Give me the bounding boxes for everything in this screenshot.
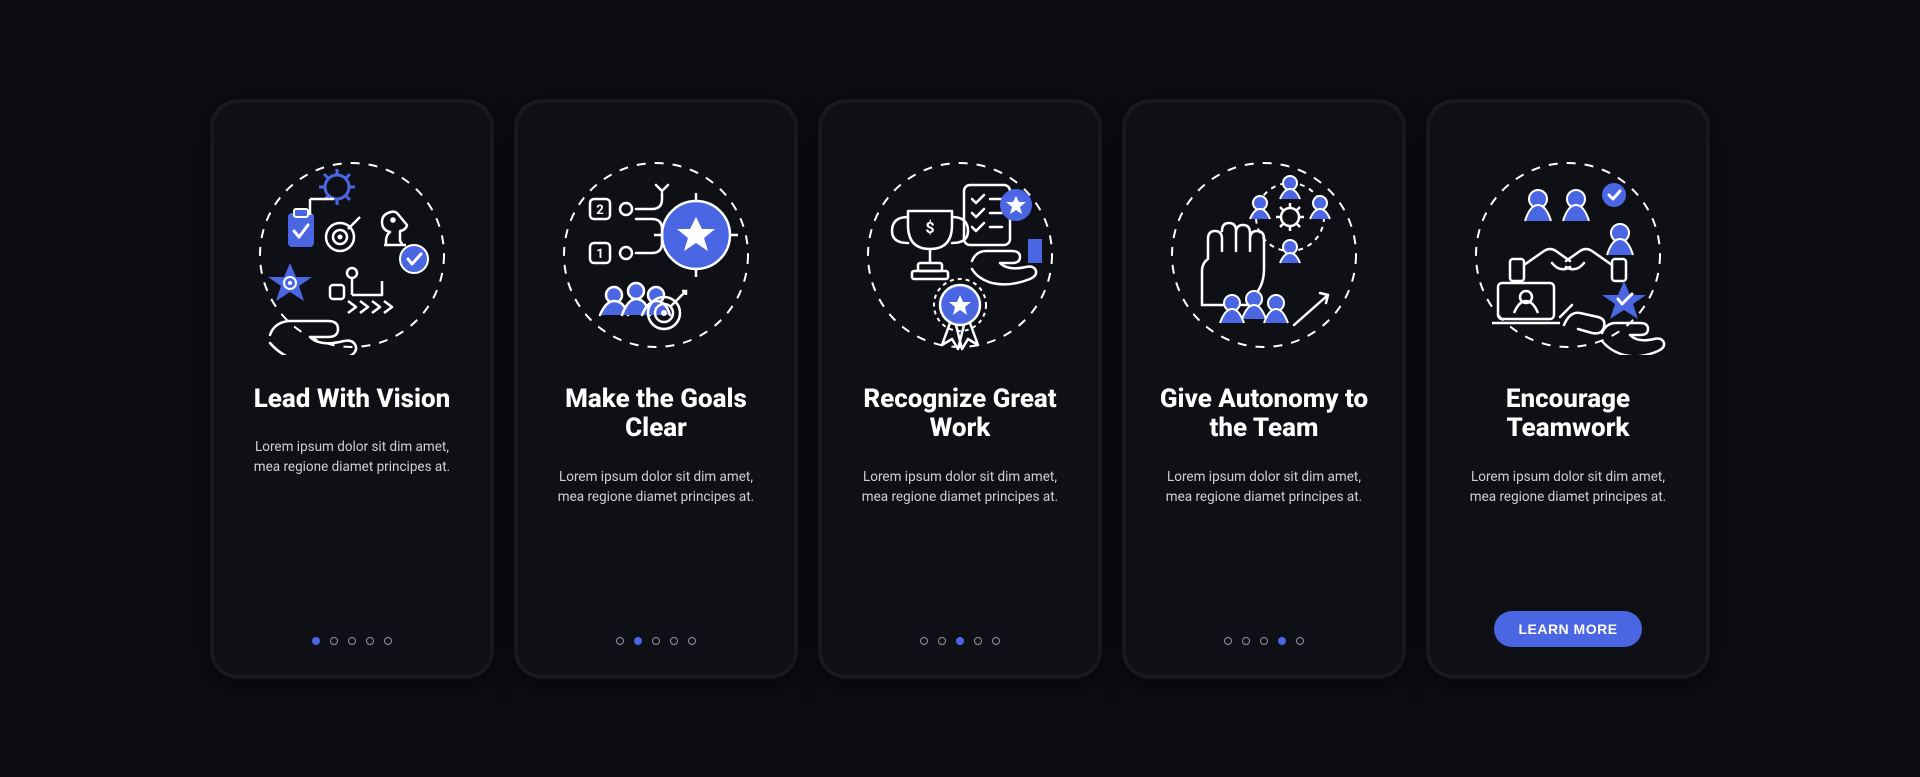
screen-title: Encourage Teamwork [1448, 385, 1688, 445]
dot-4[interactable] [974, 637, 982, 645]
dot-1[interactable] [312, 637, 320, 645]
autonomy-icon [1164, 155, 1364, 355]
dot-5[interactable] [384, 637, 392, 645]
accent-block [1028, 239, 1042, 263]
dot-2[interactable] [1242, 637, 1250, 645]
dot-3[interactable] [652, 637, 660, 645]
screen-body: Lorem ipsum dolor sit dim amet, mea regi… [1458, 468, 1678, 507]
onboarding-screen-4[interactable]: Give Autonomy to the Team Lorem ipsum do… [1122, 99, 1406, 679]
onboarding-screen-5[interactable]: Encourage Teamwork Lorem ipsum dolor sit… [1426, 99, 1710, 679]
dot-1[interactable] [920, 637, 928, 645]
onboarding-screen-2[interactable]: 1 2 [514, 99, 798, 679]
dot-4[interactable] [366, 637, 374, 645]
dot-3[interactable] [956, 637, 964, 645]
dot-1[interactable] [616, 637, 624, 645]
screen-title: Recognize Great Work [840, 385, 1080, 445]
recognize-icon: $ [860, 155, 1060, 355]
learn-more-button[interactable]: LEARN MORE [1494, 611, 1641, 647]
dot-5[interactable] [688, 637, 696, 645]
dot-5[interactable] [992, 637, 1000, 645]
svg-text:$: $ [925, 218, 934, 237]
vision-icon [252, 155, 452, 355]
pagination-dots [312, 637, 392, 645]
dot-4[interactable] [1278, 637, 1286, 645]
screen-body: Lorem ipsum dolor sit dim amet, mea regi… [546, 468, 766, 507]
svg-text:2: 2 [596, 203, 603, 218]
dot-3[interactable] [348, 637, 356, 645]
teamwork-icon [1468, 155, 1668, 355]
dot-2[interactable] [330, 637, 338, 645]
screen-title: Lead With Vision [254, 385, 451, 415]
pagination-dots [616, 637, 696, 645]
dot-2[interactable] [938, 637, 946, 645]
goals-icon: 1 2 [556, 155, 756, 355]
dot-4[interactable] [670, 637, 678, 645]
dot-5[interactable] [1296, 637, 1304, 645]
screen-body: Lorem ipsum dolor sit dim amet, mea regi… [1154, 468, 1374, 507]
dot-1[interactable] [1224, 637, 1232, 645]
pagination-dots [920, 637, 1000, 645]
svg-text:1: 1 [596, 247, 603, 262]
dot-2[interactable] [634, 637, 642, 645]
onboarding-screen-3[interactable]: $ Recognize Great Work Lorem ipsum dolor… [818, 99, 1102, 679]
dot-3[interactable] [1260, 637, 1268, 645]
pagination-dots [1224, 637, 1304, 645]
screen-body: Lorem ipsum dolor sit dim amet, mea regi… [242, 438, 462, 477]
screen-title: Make the Goals Clear [536, 385, 776, 445]
onboarding-screen-1[interactable]: Lead With Vision Lorem ipsum dolor sit d… [210, 99, 494, 679]
screen-title: Give Autonomy to the Team [1144, 385, 1384, 445]
screen-body: Lorem ipsum dolor sit dim amet, mea regi… [850, 468, 1070, 507]
